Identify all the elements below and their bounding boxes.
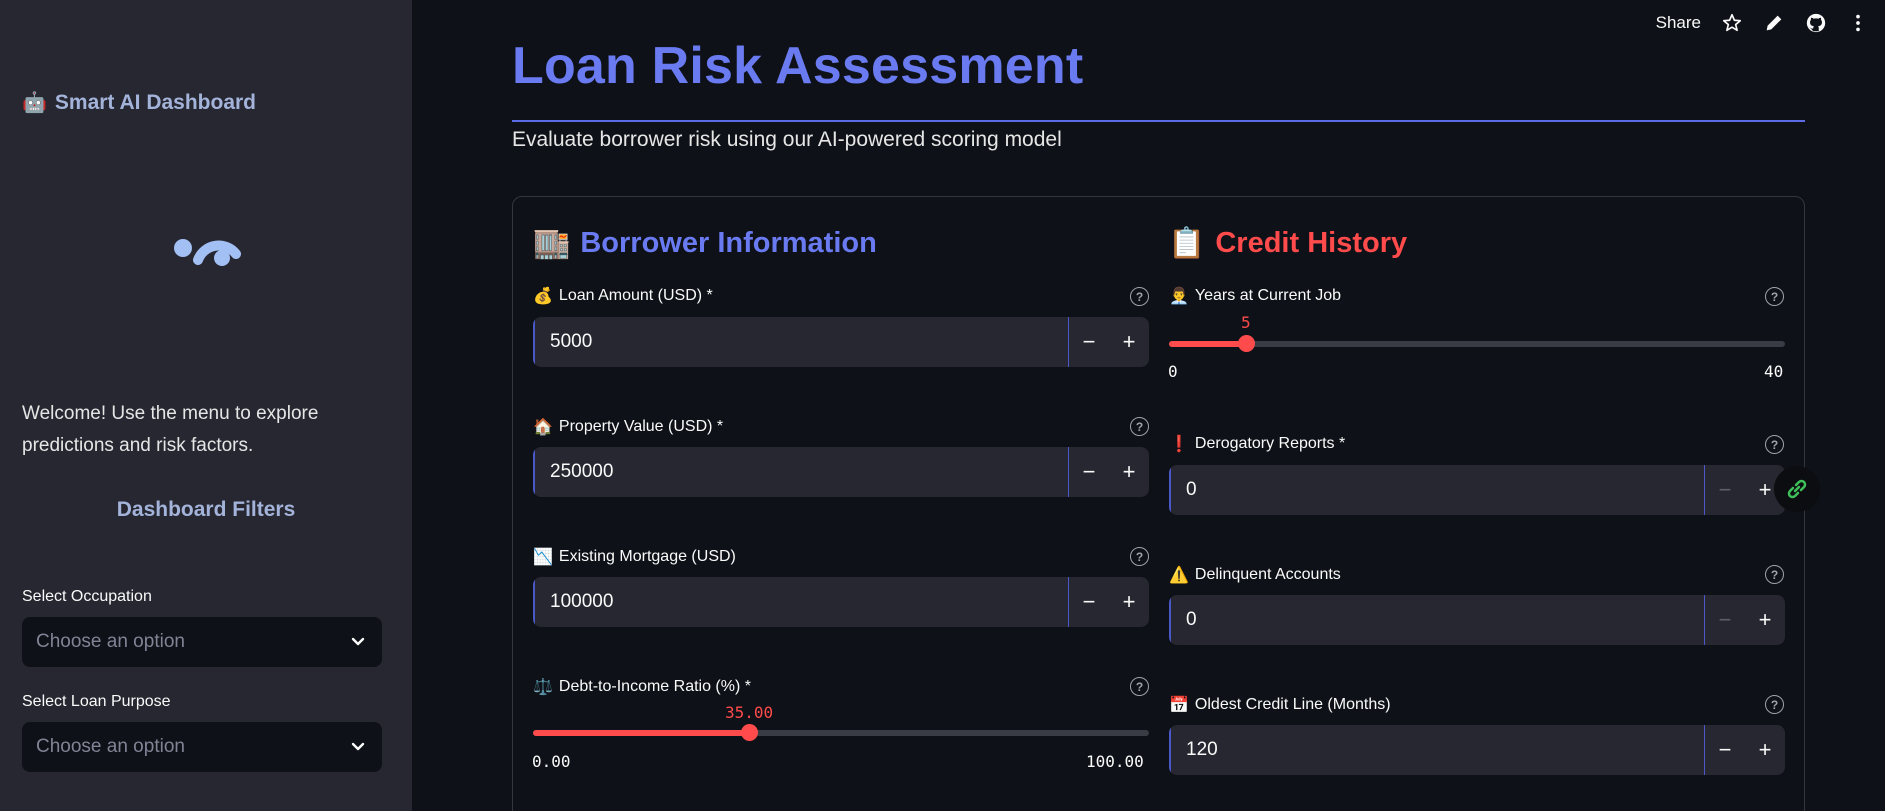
chevron-down-icon	[351, 742, 365, 751]
credit-title-label: Credit History	[1215, 227, 1408, 259]
years-job-slider-thumb[interactable]	[1238, 335, 1255, 352]
mortgage-label-text: Existing Mortgage (USD)	[558, 548, 736, 565]
loan-amount-input[interactable]: 5000 − +	[533, 317, 1149, 367]
calendar-icon: 📅	[1169, 697, 1189, 714]
years-job-slider-value: 5	[1241, 313, 1251, 332]
link-button[interactable]	[1774, 466, 1820, 512]
office-worker-icon: 👨‍💼	[1169, 288, 1189, 305]
help-icon[interactable]: ?	[1765, 287, 1784, 306]
help-icon[interactable]: ?	[1765, 695, 1784, 714]
sidebar: 🤖 Smart AI Dashboard Welcome! Use the me…	[0, 0, 412, 811]
delinquent-label-text: Delinquent Accounts	[1194, 566, 1341, 583]
occupation-label: Select Occupation	[22, 588, 152, 605]
decrement-button[interactable]: −	[1705, 465, 1745, 515]
occupation-select[interactable]: Choose an option	[22, 617, 382, 667]
dti-slider-min: 0.00	[532, 752, 571, 771]
clipboard-icon: 📋	[1168, 227, 1206, 260]
borrower-section-title: 🏬 Borrower Information	[533, 226, 877, 261]
filters-title: Dashboard Filters	[116, 498, 296, 521]
dti-slider-thumb[interactable]	[741, 724, 758, 741]
delinquent-value[interactable]: 0	[1169, 595, 1705, 645]
decrement-button[interactable]: −	[1705, 595, 1745, 645]
exclamation-icon: ❗	[1169, 436, 1189, 453]
title-divider	[512, 120, 1805, 122]
increment-button[interactable]: +	[1109, 447, 1149, 497]
decrement-button[interactable]: −	[1705, 725, 1745, 775]
house-icon: 🏠	[533, 419, 553, 436]
page-title: Loan Risk Assessment	[512, 37, 1084, 95]
oldest-line-label: 📅 Oldest Credit Line (Months)	[1169, 695, 1391, 715]
derog-value[interactable]: 0	[1169, 465, 1705, 515]
dti-slider[interactable]	[533, 724, 1149, 741]
chevron-down-icon	[351, 637, 365, 646]
dti-label: ⚖️ Debt-to-Income Ratio (%) *	[533, 677, 751, 697]
star-icon[interactable]	[1721, 12, 1743, 34]
delinquent-label: ⚠️ Delinquent Accounts	[1169, 565, 1341, 585]
help-icon[interactable]: ?	[1765, 565, 1784, 584]
loan-amount-label-text: Loan Amount (USD) *	[558, 287, 713, 304]
help-icon[interactable]: ?	[1130, 677, 1149, 696]
increment-button[interactable]: +	[1745, 595, 1785, 645]
chart-decreasing-icon: 📉	[533, 549, 553, 566]
help-icon[interactable]: ?	[1765, 435, 1784, 454]
years-job-label: 👨‍💼 Years at Current Job	[1169, 286, 1341, 306]
help-icon[interactable]: ?	[1130, 547, 1149, 566]
mortgage-label: 📉 Existing Mortgage (USD)	[533, 547, 736, 567]
years-job-slider-min: 0	[1168, 362, 1178, 381]
money-bag-icon: 💰	[533, 288, 553, 305]
years-job-label-text: Years at Current Job	[1194, 287, 1342, 304]
loan-purpose-select[interactable]: Choose an option	[22, 722, 382, 772]
page-subtitle: Evaluate borrower risk using our AI-powe…	[512, 128, 1062, 151]
borrower-title-label: Borrower Information	[580, 227, 877, 259]
years-job-slider-fill	[1169, 341, 1246, 347]
loan-amount-value[interactable]: 5000	[533, 317, 1069, 367]
welcome-text: Welcome! Use the menu to explore predict…	[22, 403, 319, 456]
increment-button[interactable]: +	[1109, 317, 1149, 367]
decrement-button[interactable]: −	[1069, 447, 1109, 497]
derog-label: ❗ Derogatory Reports *	[1169, 434, 1345, 454]
warning-icon: ⚠️	[1169, 567, 1189, 584]
link-chain-icon	[1787, 479, 1807, 499]
years-job-slider-max: 40	[1764, 362, 1784, 381]
more-vert-icon[interactable]	[1847, 12, 1869, 34]
balance-scale-icon: ⚖️	[533, 679, 553, 696]
property-value-input[interactable]: 250000 − +	[533, 447, 1149, 497]
occupation-placeholder: Choose an option	[36, 631, 185, 652]
delinquent-input[interactable]: 0 − +	[1169, 595, 1785, 645]
edit-pencil-icon[interactable]	[1763, 12, 1785, 34]
github-icon[interactable]	[1805, 12, 1827, 34]
loan-purpose-label: Select Loan Purpose	[22, 693, 171, 710]
property-value-value[interactable]: 250000	[533, 447, 1069, 497]
help-icon[interactable]: ?	[1130, 417, 1149, 436]
decrement-button[interactable]: −	[1069, 317, 1109, 367]
dti-slider-value: 35.00	[725, 703, 774, 722]
loan-amount-label: 💰 Loan Amount (USD) *	[533, 286, 713, 306]
dti-label-text: Debt-to-Income Ratio (%) *	[558, 678, 751, 695]
decrement-button[interactable]: −	[1069, 577, 1109, 627]
sidebar-brand: 🤖 Smart AI Dashboard	[22, 90, 256, 115]
mortgage-value[interactable]: 100000	[533, 577, 1069, 627]
robot-face-icon: 🤖	[22, 92, 47, 114]
oldest-line-label-text: Oldest Credit Line (Months)	[1194, 696, 1391, 713]
oldest-line-value[interactable]: 120	[1169, 725, 1705, 775]
mortgage-input[interactable]: 100000 − +	[533, 577, 1149, 627]
credit-section-title: 📋 Credit History	[1168, 226, 1407, 261]
property-value-label: 🏠 Property Value (USD) *	[533, 417, 723, 437]
increment-button[interactable]: +	[1745, 725, 1785, 775]
loan-purpose-placeholder: Choose an option	[36, 736, 185, 757]
derog-label-text: Derogatory Reports *	[1194, 435, 1346, 452]
top-toolbar: Share	[1656, 10, 1869, 36]
office-building-icon: 🏬	[533, 227, 571, 260]
brand-label: Smart AI Dashboard	[54, 90, 257, 114]
streamlit-logo-icon	[174, 239, 241, 266]
years-job-slider[interactable]	[1169, 335, 1785, 352]
share-button[interactable]: Share	[1656, 13, 1701, 33]
derog-input[interactable]: 0 − +	[1169, 465, 1785, 515]
oldest-line-input[interactable]: 120 − +	[1169, 725, 1785, 775]
help-icon[interactable]: ?	[1130, 287, 1149, 306]
dti-slider-max: 100.00	[1086, 752, 1144, 771]
property-value-label-text: Property Value (USD) *	[558, 418, 724, 435]
dti-slider-fill	[533, 730, 749, 736]
increment-button[interactable]: +	[1109, 577, 1149, 627]
